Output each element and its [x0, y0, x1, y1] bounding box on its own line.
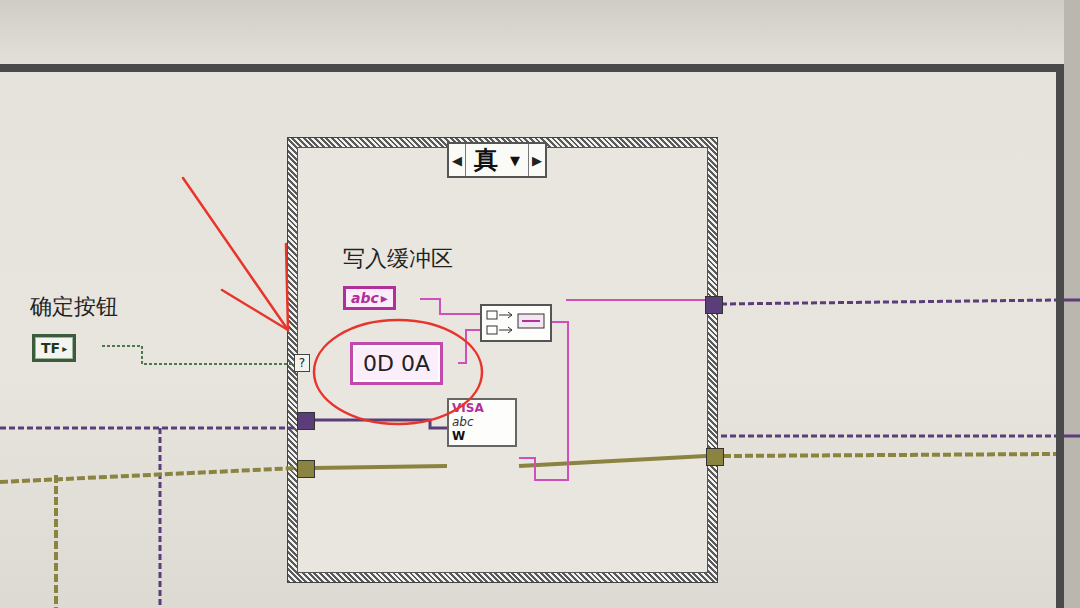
visa-write-title: VISA: [452, 402, 512, 416]
red-arrow-annotation: [183, 178, 288, 330]
next-case-button[interactable]: ▶: [528, 144, 545, 176]
concatenate-strings-icon[interactable]: [481, 305, 551, 341]
string-control-label: 写入缓冲区: [343, 244, 453, 274]
wires: [0, 0, 1080, 608]
visa-tunnel: [705, 296, 723, 314]
string-wire: [420, 299, 706, 480]
boolean-control-label: 确定按钮: [30, 292, 118, 322]
boolean-wire: [102, 346, 296, 364]
while-loop-border: [0, 64, 1064, 72]
case-value[interactable]: 真▼: [466, 144, 528, 176]
visa-write-node[interactable]: VISAabcW: [447, 398, 517, 447]
case-menu-icon[interactable]: ▼: [510, 153, 520, 168]
annotations: [0, 0, 1080, 608]
monitor-bezel: [1064, 0, 1080, 608]
error-tunnel: [706, 448, 724, 466]
string-terminal-arrow: ▸: [381, 290, 388, 306]
screen-top: [0, 0, 1080, 64]
while-loop-border: [1056, 64, 1064, 608]
visa-tunnel: [297, 412, 315, 430]
visa-write-mode: W: [452, 430, 512, 444]
boolean-control-terminal[interactable]: TF▸: [32, 334, 76, 362]
string-constant[interactable]: 0D 0A: [350, 342, 443, 385]
string-terminal-text: abc: [351, 290, 379, 306]
error-tunnel: [297, 460, 315, 478]
labview-block-diagram: ◀真▼▶?确定按钮TF▸写入缓冲区abc▸0D 0AVISAabcW: [0, 0, 1080, 608]
prev-case-button[interactable]: ◀: [449, 144, 466, 176]
error-wire: [0, 454, 1056, 608]
string-control-terminal[interactable]: abc▸: [343, 286, 396, 310]
red-circle-annotation: [314, 320, 482, 424]
selector-terminal[interactable]: ?: [294, 354, 310, 372]
visa-wire: [0, 300, 1080, 608]
case-label: 真: [474, 144, 498, 176]
selector-terminal-mark: ?: [294, 354, 310, 372]
visa-write-type: abc: [452, 416, 512, 430]
case-selector[interactable]: ◀真▼▶: [447, 142, 547, 178]
